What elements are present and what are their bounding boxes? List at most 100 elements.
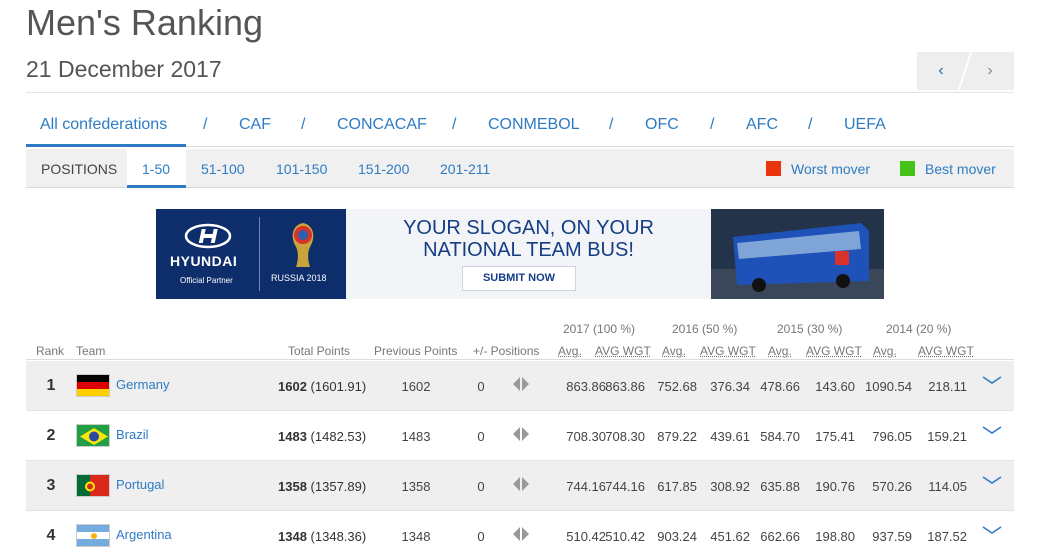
total-points-value: 1483 [278,429,307,444]
positions-movement-column-header: +/- Positions [473,344,540,358]
stat-cell: 937.59 [872,529,912,544]
stat-cell: 708.30 [605,429,645,444]
total-points-exact: (1357.89) [310,479,367,494]
stat-cell: 617.85 [657,479,697,494]
movement-cell: 0 [477,429,485,444]
tab-all-confederations[interactable]: All confederations [40,116,167,134]
germany-flag-icon [76,374,110,397]
tab-separator: / [609,116,614,133]
table-row[interactable]: 4 Argentina 1348 (1348.36) 1348 0 510.42… [26,511,1014,554]
movement-cell: 0 [477,479,485,494]
stat-cell: 478.66 [760,379,800,394]
stat-cell: 190.76 [815,479,855,494]
stat-cell: 198.80 [815,529,855,544]
table-row[interactable]: 3 Portugal 1358 (1357.89) 1358 0 744.16 … [26,461,1014,511]
stat-cell: 510.42 [605,529,645,544]
banner-slogan-line2: NATIONAL TEAM BUS! [423,239,634,261]
movement-cell: 0 [477,379,485,394]
portugal-flag-icon [76,474,110,497]
expand-row-chevron-icon[interactable] [981,423,1003,439]
total-points-value: 1358 [278,479,307,494]
active-tab-indicator [26,144,186,147]
range-tab-1-50[interactable]: 1-50 [142,161,170,177]
stat-cell: 143.60 [815,379,855,394]
team-link[interactable]: Germany [116,377,169,392]
range-tab-201-211[interactable]: 201-211 [440,161,490,177]
tab-uefa[interactable]: UEFA [844,116,886,134]
year-header-2014: 2014 (20 %) [886,322,952,336]
stat-cell: 635.88 [760,479,800,494]
team-link[interactable]: Portugal [116,477,164,492]
stat-cell: 114.05 [928,479,967,494]
expand-row-chevron-icon[interactable] [981,373,1003,389]
table-row[interactable]: 1 Germany 1602 (1601.91) 1602 0 863.86 8… [26,361,1014,411]
banner-brand: HYUNDAI [170,253,238,269]
tab-caf[interactable]: CAF [239,116,271,134]
stat-cell: 796.05 [872,429,912,444]
total-points-column-header: Total Points [288,344,351,358]
stat-cell: 879.22 [657,429,697,444]
stat-cell: 187.52 [927,529,967,544]
tab-separator: / [203,116,208,133]
total-points-value: 1348 [278,529,307,544]
stat-cell: 175.41 [815,429,855,444]
best-mover-swatch [900,161,915,176]
banner-bus-image [711,209,884,299]
no-change-arrows-icon [513,527,529,541]
tab-ofc[interactable]: OFC [645,116,679,134]
ranking-date: 21 December 2017 [26,56,222,82]
tab-conmebol[interactable]: CONMEBOL [488,116,580,134]
rank-cell: 2 [46,427,56,444]
avg-2015-header: Avg. [768,344,792,358]
year-header-2016: 2016 (50 %) [672,322,738,336]
avg-2014-header: Avg. [873,344,897,358]
stat-cell: 863.86 [605,379,645,394]
total-points-exact: (1348.36) [310,529,367,544]
previous-points-cell: 1602 [401,379,431,394]
stat-cell: 159.21 [927,429,967,444]
range-tab-51-100[interactable]: 51-100 [201,161,245,177]
banner-slogan-panel: YOUR SLOGAN, ON YOUR NATIONAL TEAM BUS! … [346,209,711,299]
next-date-button[interactable]: › [966,52,1014,90]
range-tab-151-200[interactable]: 151-200 [358,161,409,177]
banner-event: RUSSIA 2018 [271,273,327,283]
stat-cell: 1090.54 [865,379,912,394]
worst-mover-link[interactable]: Worst mover [791,161,870,177]
stat-cell: 570.26 [872,479,912,494]
rank-cell: 3 [46,477,56,494]
header-divider [26,92,1014,93]
movement-cell: 0 [477,529,485,544]
tab-separator: / [710,116,715,133]
tab-separator: / [301,116,306,133]
world-cup-emblem-icon [292,223,314,267]
range-tab-101-150[interactable]: 101-150 [276,161,327,177]
advertisement-banner[interactable]: HYUNDAI Official Partner RUSSIA 2018 YOU… [156,209,884,299]
team-link[interactable]: Argentina [116,527,172,542]
total-points-exact: (1482.53) [310,429,367,444]
tab-separator: / [808,116,813,133]
previous-points-column-header: Previous Points [374,344,458,358]
stat-cell: 744.16 [605,479,645,494]
stat-cell: 584.70 [760,429,800,444]
table-row[interactable]: 2 Brazil 1483 (1482.53) 1483 0 708.30 70… [26,411,1014,461]
banner-partner: Official Partner [180,276,233,285]
stat-cell: 903.24 [657,529,697,544]
expand-row-chevron-icon[interactable] [981,473,1003,489]
previous-date-button[interactable]: ‹ [917,52,965,90]
rank-column-header: Rank [36,344,65,358]
best-mover-link[interactable]: Best mover [925,161,996,177]
stat-cell: 218.11 [928,379,967,394]
previous-points-cell: 1348 [401,529,431,544]
expand-row-chevron-icon[interactable] [981,523,1003,539]
team-link[interactable]: Brazil [116,427,149,442]
banner-brand-panel: HYUNDAI Official Partner RUSSIA 2018 [156,209,346,299]
year-header-2017: 2017 (100 %) [563,322,636,336]
positions-bar: POSITIONS 1-50 51-100 101-150 151-200 20… [26,149,1014,188]
no-change-arrows-icon [513,427,529,441]
total-points-cell: 1602 (1601.91) [278,379,366,394]
avg-2016-header: Avg. [662,344,686,358]
tab-concacaf[interactable]: CONCACAF [337,116,427,134]
total-points-cell: 1358 (1357.89) [278,479,366,494]
banner-submit-button[interactable]: SUBMIT NOW [462,266,576,291]
tab-afc[interactable]: AFC [746,116,778,134]
